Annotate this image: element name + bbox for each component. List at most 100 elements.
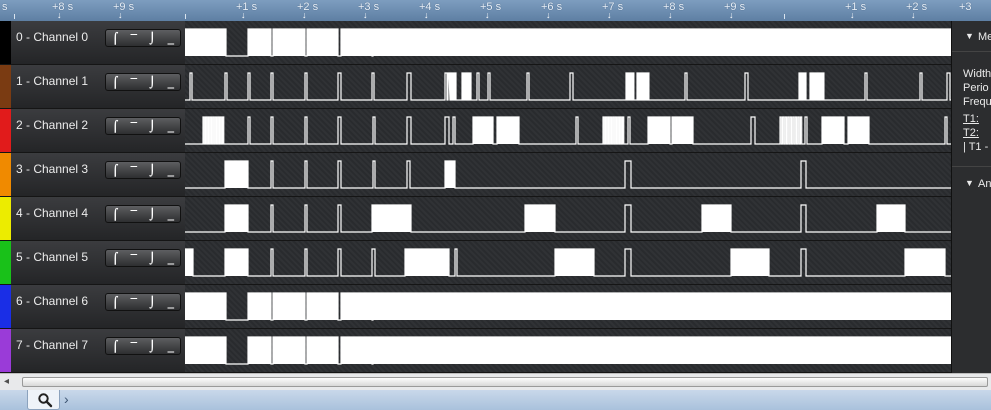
trigger-falling-icon[interactable]: ⌡ — [144, 208, 160, 221]
channel-name[interactable]: 5 - Channel 5 — [16, 250, 88, 264]
channel-list: 0 - Channel 0 ⌠ ‾ ⌡ _ 1 - Channel 1 ⌠ ‾ … — [0, 21, 951, 373]
channel-label-panel[interactable]: 6 - Channel 6 ⌠ ‾ ⌡ _ — [0, 285, 185, 329]
waveform-area[interactable] — [185, 109, 951, 153]
horizontal-scrollbar[interactable]: ◂ — [0, 373, 991, 390]
ruler-tick-label: +1 s — [845, 1, 867, 13]
channel-name[interactable]: 1 - Channel 1 — [16, 74, 88, 88]
trigger-rising-icon[interactable]: ⌠ — [107, 208, 123, 221]
waveform-area[interactable] — [185, 329, 951, 373]
trigger-rising-icon[interactable]: ⌠ — [107, 76, 123, 89]
trigger-button-group[interactable]: ⌠ ‾ ⌡ _ — [105, 73, 181, 91]
trigger-falling-icon[interactable]: ⌡ — [144, 164, 160, 177]
scrollbar-thumb[interactable] — [22, 377, 988, 387]
analyzers-header[interactable]: ▼ An — [952, 172, 991, 196]
measure-t2-link[interactable]: T2: — [963, 127, 979, 139]
signal-high-block — [648, 117, 670, 144]
channel-row-2[interactable]: 2 - Channel 2 ⌠ ‾ ⌡ _ — [0, 109, 951, 153]
channel-name[interactable]: 7 - Channel 7 — [16, 338, 88, 352]
trigger-button-group[interactable]: ⌠ ‾ ⌡ _ — [105, 337, 181, 355]
chevron-right-icon[interactable]: › — [64, 391, 69, 407]
signal-high-block — [672, 117, 693, 144]
channel-label-panel[interactable]: 4 - Channel 4 ⌠ ‾ ⌡ _ — [0, 197, 185, 241]
trigger-rising-icon[interactable]: ⌠ — [107, 340, 123, 353]
channel-row-1[interactable]: 1 - Channel 1 ⌠ ‾ ⌡ _ — [0, 65, 951, 109]
waveform-area[interactable] — [185, 21, 951, 65]
measurements-header[interactable]: ▼ Me — [952, 25, 991, 49]
search-icon[interactable] — [37, 392, 53, 408]
waveform-area[interactable] — [185, 285, 951, 329]
signal-high-block — [877, 205, 905, 232]
trigger-low-icon[interactable]: _ — [163, 296, 179, 309]
trigger-high-icon[interactable]: ‾ — [126, 252, 142, 265]
trigger-button-group[interactable]: ⌠ ‾ ⌡ _ — [105, 117, 181, 135]
trigger-high-icon[interactable]: ‾ — [126, 120, 142, 133]
channel-label-panel[interactable]: 7 - Channel 7 ⌠ ‾ ⌡ _ — [0, 329, 185, 373]
trigger-high-icon[interactable]: ‾ — [126, 76, 142, 89]
trigger-high-icon[interactable]: ‾ — [126, 208, 142, 221]
trigger-falling-icon[interactable]: ⌡ — [144, 296, 160, 309]
panel-divider — [952, 166, 991, 167]
channel-label-panel[interactable]: 0 - Channel 0 ⌠ ‾ ⌡ _ — [0, 21, 185, 65]
channel-label-panel[interactable]: 3 - Channel 3 ⌠ ‾ ⌡ _ — [0, 153, 185, 197]
measurements-panel: ▼ Me Width Perio Frequ T1: T2: | T1 - ▼ … — [951, 21, 991, 373]
trigger-rising-icon[interactable]: ⌠ — [107, 120, 123, 133]
trigger-high-icon[interactable]: ‾ — [126, 296, 142, 309]
ruler-minor-tick — [14, 14, 15, 19]
channel-row-3[interactable]: 3 - Channel 3 ⌠ ‾ ⌡ _ — [0, 153, 951, 197]
collapse-triangle-icon[interactable]: ▼ — [965, 31, 974, 41]
trigger-button-group[interactable]: ⌠ ‾ ⌡ _ — [105, 249, 181, 267]
trigger-low-icon[interactable]: _ — [163, 76, 179, 89]
trigger-button-group[interactable]: ⌠ ‾ ⌡ _ — [105, 29, 181, 47]
channel-name[interactable]: 0 - Channel 0 — [16, 30, 88, 44]
channel-row-7[interactable]: 7 - Channel 7 ⌠ ‾ ⌡ _ — [0, 329, 951, 373]
trigger-falling-icon[interactable]: ⌡ — [144, 32, 160, 45]
trigger-rising-icon[interactable]: ⌠ — [107, 32, 123, 45]
trigger-button-group[interactable]: ⌠ ‾ ⌡ _ — [105, 205, 181, 223]
collapse-triangle-icon[interactable]: ▼ — [965, 178, 974, 188]
waveform-area[interactable] — [185, 153, 951, 197]
waveform-area[interactable] — [185, 197, 951, 241]
ruler-tick-label: +6 s — [541, 1, 563, 13]
measurements-title: Me — [978, 31, 991, 43]
trigger-low-icon[interactable]: _ — [163, 340, 179, 353]
channel-row-0[interactable]: 0 - Channel 0 ⌠ ‾ ⌡ _ — [0, 21, 951, 65]
trigger-high-icon[interactable]: ‾ — [126, 32, 142, 45]
trigger-rising-icon[interactable]: ⌠ — [107, 252, 123, 265]
channel-name[interactable]: 6 - Channel 6 — [16, 294, 88, 308]
signal-high-block — [341, 293, 372, 320]
signal-high-block — [473, 117, 493, 144]
channel-row-6[interactable]: 6 - Channel 6 ⌠ ‾ ⌡ _ — [0, 285, 951, 329]
trigger-falling-icon[interactable]: ⌡ — [144, 340, 160, 353]
trigger-button-group[interactable]: ⌠ ‾ ⌡ _ — [105, 293, 181, 311]
trigger-low-icon[interactable]: _ — [163, 120, 179, 133]
trigger-low-icon[interactable]: _ — [163, 208, 179, 221]
time-ruler[interactable]: s +8 s ↓ +9 s ↓ +1 s ↓ +2 s ↓ +3 s ↓ +4 s ↓ +5 s ↓ +6 … — [0, 0, 951, 21]
channel-row-5[interactable]: 5 - Channel 5 ⌠ ‾ ⌡ _ — [0, 241, 951, 285]
trigger-rising-icon[interactable]: ⌠ — [107, 296, 123, 309]
trigger-high-icon[interactable]: ‾ — [126, 340, 142, 353]
signal-high-block — [822, 117, 844, 144]
measure-t1-link[interactable]: T1: — [963, 113, 979, 125]
waveform-area[interactable] — [185, 241, 951, 285]
trigger-high-icon[interactable]: ‾ — [126, 164, 142, 177]
trigger-button-group[interactable]: ⌠ ‾ ⌡ _ — [105, 161, 181, 179]
trigger-low-icon[interactable]: _ — [163, 32, 179, 45]
channel-name[interactable]: 3 - Channel 3 — [16, 162, 88, 176]
channel-name[interactable]: 2 - Channel 2 — [16, 118, 88, 132]
trigger-low-icon[interactable]: _ — [163, 252, 179, 265]
trigger-low-icon[interactable]: _ — [163, 164, 179, 177]
channel-label-panel[interactable]: 1 - Channel 1 ⌠ ‾ ⌡ _ — [0, 65, 185, 109]
channel-row-4[interactable]: 4 - Channel 4 ⌠ ‾ ⌡ _ — [0, 197, 951, 241]
trigger-falling-icon[interactable]: ⌡ — [144, 120, 160, 133]
trigger-falling-icon[interactable]: ⌡ — [144, 252, 160, 265]
channel-label-panel[interactable]: 5 - Channel 5 ⌠ ‾ ⌡ _ — [0, 241, 185, 285]
trigger-rising-icon[interactable]: ⌠ — [107, 164, 123, 177]
scroll-left-arrow-icon[interactable]: ◂ — [4, 375, 16, 389]
channel-name[interactable]: 4 - Channel 4 — [16, 206, 88, 220]
search-tab[interactable] — [27, 390, 60, 410]
ruler-tick-marker-icon: ↓ — [911, 10, 916, 20]
ruler-tick-marker-icon: ↓ — [424, 10, 429, 20]
trigger-falling-icon[interactable]: ⌡ — [144, 76, 160, 89]
channel-label-panel[interactable]: 2 - Channel 2 ⌠ ‾ ⌡ _ — [0, 109, 185, 153]
waveform-area[interactable] — [185, 65, 951, 109]
